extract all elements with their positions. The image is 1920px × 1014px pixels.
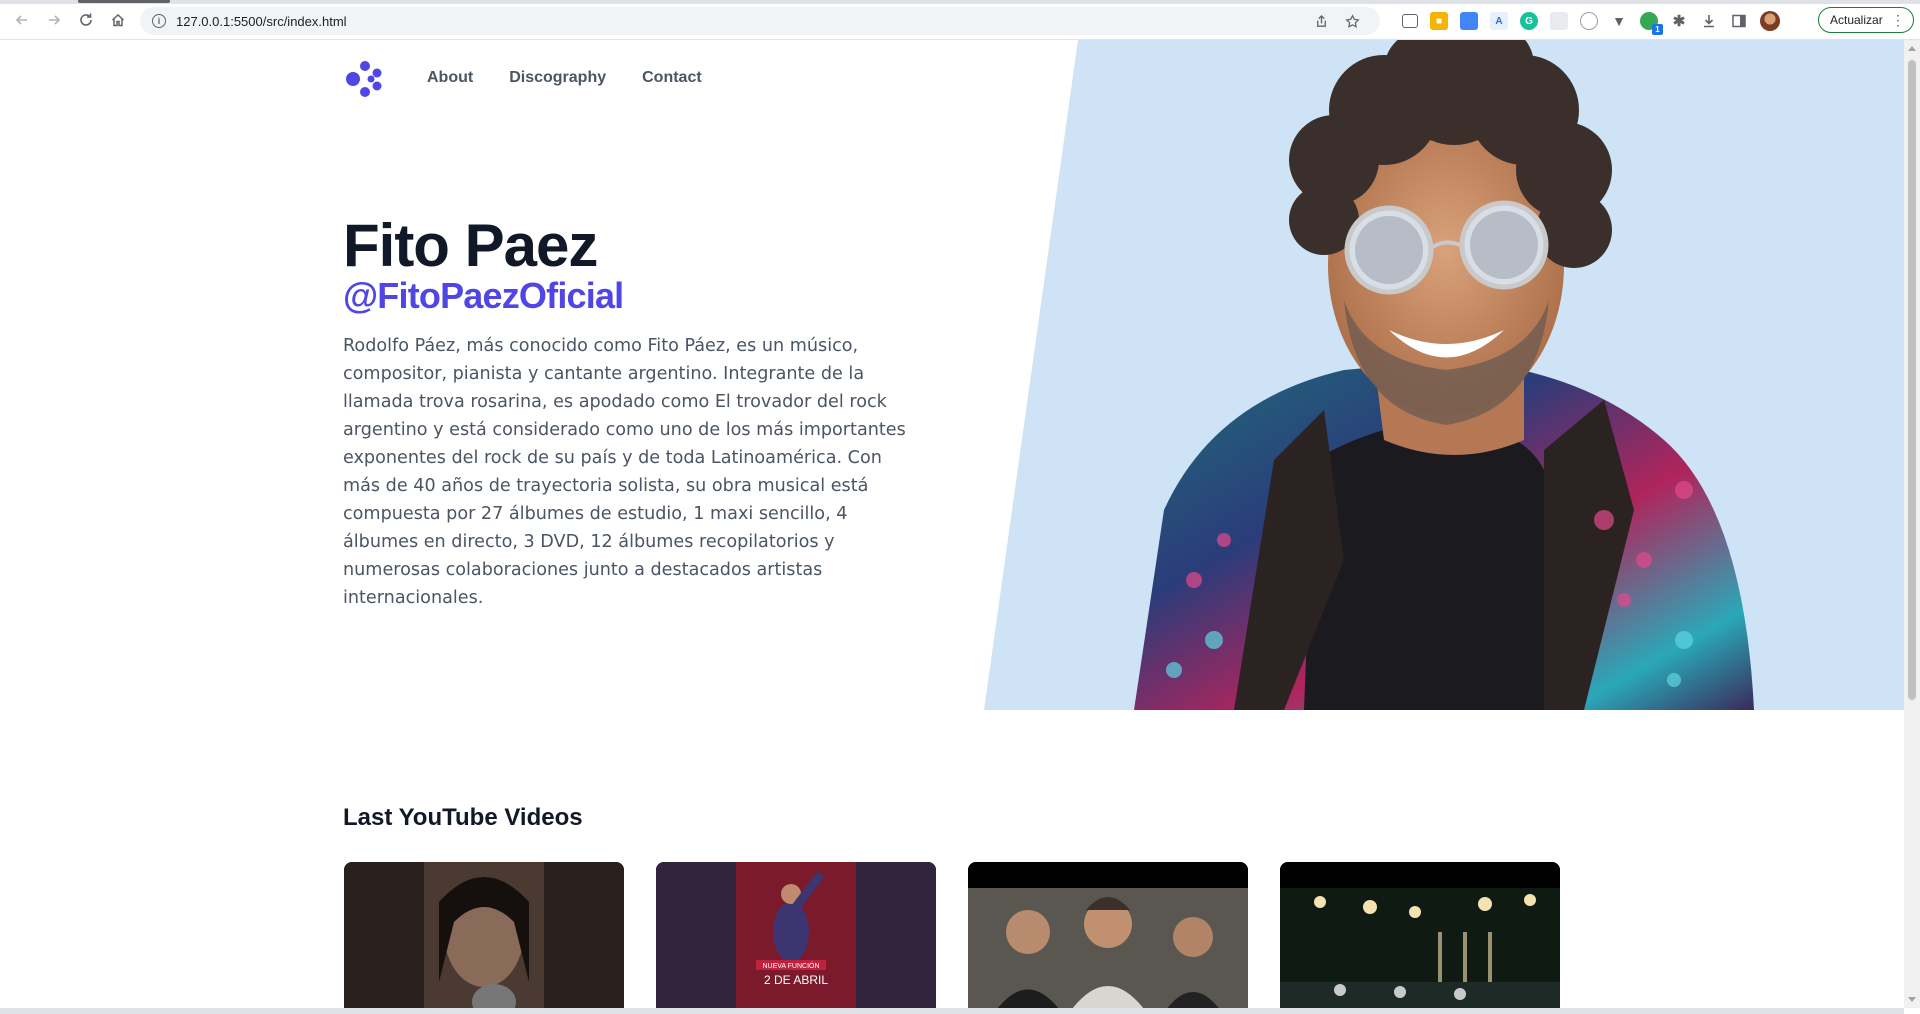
video-thumbnail[interactable] [1280,862,1560,1008]
hero-image-panel [984,40,1904,710]
calendar-extension-icon[interactable] [1460,12,1478,30]
hero-description: Rodolfo Páez, más conocido como Fito Páe… [343,336,906,608]
page-viewport: About Discography Contact Fito Paez @Fit… [0,40,1904,1008]
side-panel-icon[interactable] [1730,12,1748,30]
videos-section-title: Last YouTube Videos [343,804,583,831]
more-menu-icon[interactable]: ⋮ [1891,12,1905,28]
translate-extension-icon[interactable]: A [1490,12,1508,30]
horizontal-scrollbar[interactable] [0,1008,1904,1014]
hero-title: Fito Paez [343,212,598,279]
scroll-down-arrow-icon[interactable] [1908,997,1916,1002]
main-nav: About Discography Contact [427,69,702,87]
site-logo-icon[interactable] [344,59,386,99]
notes-extension-icon[interactable]: ■ [1430,12,1448,30]
back-icon[interactable] [12,10,32,30]
nav-link-about[interactable]: About [427,69,473,87]
update-button[interactable]: Actualizar ⋮ [1818,7,1914,33]
active-tab-indicator[interactable] [78,0,170,3]
reload-icon[interactable] [76,10,96,30]
browser-toolbar: i 127.0.0.1:5500/src/index.html ■ A G ▼ … [0,0,1920,40]
video-thumbnail[interactable] [968,862,1248,1008]
video-thumbnail[interactable]: NUEVA FUNCIÓN 2 DE ABRIL [656,862,936,1008]
extension-placeholder-icon[interactable] [1550,12,1568,30]
profile-avatar[interactable] [1760,11,1780,31]
thumbnail-caption-bottom: 2 DE ABRIL [764,973,828,987]
bookmark-star-icon[interactable] [1345,13,1360,29]
grammarly-icon[interactable]: G [1520,12,1538,30]
url-text: 127.0.0.1:5500/src/index.html [176,13,347,29]
vuejs-devtools-icon[interactable]: ▼ [1610,12,1628,30]
site-info-icon[interactable]: i [152,14,166,28]
puzzle-extensions-icon[interactable]: ✱ [1670,12,1688,30]
home-icon[interactable] [108,10,128,30]
vertical-scrollbar[interactable] [1904,40,1920,1008]
artist-portrait-image [1134,40,1754,710]
screenshot-extension-icon[interactable] [1402,14,1418,28]
video-thumbnail[interactable] [344,862,624,1008]
video-list: NUEVA FUNCIÓN 2 DE ABRIL [344,862,1560,1008]
address-bar[interactable]: i 127.0.0.1:5500/src/index.html [140,7,1380,35]
scrollbar-thumb[interactable] [1908,60,1916,700]
circle-extension-icon[interactable] [1580,12,1598,30]
scroll-up-arrow-icon[interactable] [1908,46,1916,51]
extensions-bar: ■ A G ▼ 1 ✱ [1402,10,1780,35]
thumbnail-caption-top: NUEVA FUNCIÓN [762,961,819,970]
download-icon[interactable] [1700,12,1718,30]
nav-link-discography[interactable]: Discography [509,69,606,87]
tab-strip [0,0,1920,4]
extension-badge: 1 [1652,24,1663,35]
tab-extension-icon[interactable]: 1 [1640,12,1663,35]
forward-icon[interactable] [44,10,64,30]
share-icon[interactable] [1314,14,1329,29]
hero-handle: @FitoPaezOficial [343,275,624,316]
update-button-label: Actualizar [1830,13,1883,27]
nav-link-contact[interactable]: Contact [642,69,702,87]
